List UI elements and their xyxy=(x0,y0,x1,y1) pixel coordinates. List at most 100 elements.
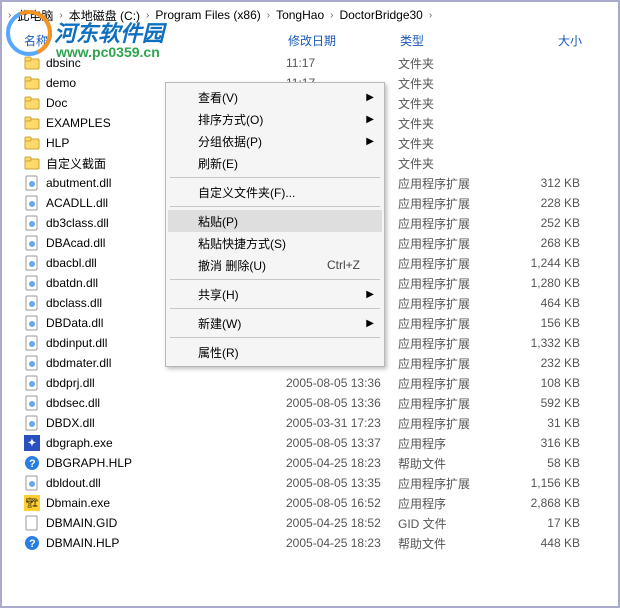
file-date: 2005-08-05 13:36 xyxy=(286,396,398,410)
file-row[interactable]: dbsinc11:17文件夹 xyxy=(2,53,618,73)
file-date: 11:17 xyxy=(286,56,398,70)
file-type: 应用程序扩展 xyxy=(398,355,518,372)
crumb-pf86[interactable]: Program Files (x86) xyxy=(151,6,264,24)
menu-item[interactable]: 粘贴(P) xyxy=(168,210,382,232)
col-name[interactable]: 名称 xyxy=(24,32,288,49)
file-size: 316 KB xyxy=(518,436,588,450)
file-type: 文件夹 xyxy=(398,135,518,152)
menu-item-label: 查看(V) xyxy=(198,89,360,106)
file-row[interactable]: DBMAIN.GID2005-04-25 18:52GID 文件17 KB xyxy=(2,513,618,533)
file-size: 1,156 KB xyxy=(518,476,588,490)
dll-icon xyxy=(24,395,40,411)
menu-item-label: 分组依据(P) xyxy=(198,133,360,150)
crumb-drive[interactable]: 本地磁盘 (C:) xyxy=(65,5,144,26)
file-size: 156 KB xyxy=(518,316,588,330)
file-size: 17 KB xyxy=(518,516,588,530)
file-size: 1,332 KB xyxy=(518,336,588,350)
menu-separator xyxy=(170,279,380,280)
folder-icon xyxy=(24,95,40,111)
menu-item[interactable]: 撤消 删除(U)Ctrl+Z xyxy=(168,254,382,276)
file-type: 应用程序扩展 xyxy=(398,295,518,312)
menu-item[interactable]: 粘贴快捷方式(S) xyxy=(168,232,382,254)
file-type: 应用程序扩展 xyxy=(398,235,518,252)
chevron-right-icon: › xyxy=(144,10,151,21)
menu-item[interactable]: 自定义文件夹(F)... xyxy=(168,181,382,203)
menu-item-label: 撤消 删除(U) xyxy=(198,257,327,274)
file-size: 1,280 KB xyxy=(518,276,588,290)
menu-item[interactable]: 共享(H)▶ xyxy=(168,283,382,305)
menu-item-label: 自定义文件夹(F)... xyxy=(198,184,360,201)
file-name: dbdsec.dll xyxy=(46,396,286,410)
file-name: dbldout.dll xyxy=(46,476,286,490)
crumb-pc[interactable]: 此电脑 xyxy=(13,5,57,26)
dll-icon xyxy=(24,355,40,371)
menu-item[interactable]: 分组依据(P) ▶ xyxy=(168,130,382,152)
chevron-right-icon: ▶ xyxy=(366,92,374,103)
col-date[interactable]: 修改日期 xyxy=(288,32,400,49)
menu-item[interactable]: 新建(W)▶ xyxy=(168,312,382,334)
file-size: 228 KB xyxy=(518,196,588,210)
file-type: GID 文件 xyxy=(398,515,518,532)
chevron-right-icon: › xyxy=(427,10,434,21)
file-size: 31 KB xyxy=(518,416,588,430)
file-size: 1,244 KB xyxy=(518,256,588,270)
file-size: 592 KB xyxy=(518,396,588,410)
dll-icon xyxy=(24,255,40,271)
chevron-right-icon: ▶ xyxy=(366,114,374,125)
file-row[interactable]: ?DBGRAPH.HLP2005-04-25 18:23帮助文件58 KB xyxy=(2,453,618,473)
file-type: 文件夹 xyxy=(398,55,518,72)
dll-icon xyxy=(24,235,40,251)
hlp-icon: ? xyxy=(24,535,40,551)
exe2-icon: 🏗 xyxy=(24,495,40,511)
file-size: 448 KB xyxy=(518,536,588,550)
file-type: 应用程序扩展 xyxy=(398,375,518,392)
file-row[interactable]: ?DBMAIN.HLP2005-04-25 18:23帮助文件448 KB xyxy=(2,533,618,553)
file-row[interactable]: dbldout.dll2005-08-05 13:35应用程序扩展1,156 K… xyxy=(2,473,618,493)
svg-text:?: ? xyxy=(29,458,36,470)
file-name: Dbmain.exe xyxy=(46,496,286,510)
file-type: 应用程序扩展 xyxy=(398,315,518,332)
file-type: 帮助文件 xyxy=(398,535,518,552)
menu-item-label: 排序方式(O) xyxy=(198,111,360,128)
menu-separator xyxy=(170,177,380,178)
dll-icon xyxy=(24,195,40,211)
file-row[interactable]: DBDX.dll2005-03-31 17:23应用程序扩展31 KB xyxy=(2,413,618,433)
file-type: 应用程序扩展 xyxy=(398,175,518,192)
menu-item[interactable]: 属性(R) xyxy=(168,341,382,363)
file-row[interactable]: 🏗Dbmain.exe2005-08-05 16:52应用程序2,868 KB xyxy=(2,493,618,513)
file-type: 文件夹 xyxy=(398,115,518,132)
folder-icon xyxy=(24,135,40,151)
file-name: dbdprj.dll xyxy=(46,376,286,390)
svg-text:?: ? xyxy=(29,538,36,550)
file-size: 58 KB xyxy=(518,456,588,470)
file-date: 2005-03-31 17:23 xyxy=(286,416,398,430)
file-type: 应用程序扩展 xyxy=(398,275,518,292)
dll-icon xyxy=(24,275,40,291)
file-date: 2005-08-05 16:52 xyxy=(286,496,398,510)
crumb-doctorbridge[interactable]: DoctorBridge30 xyxy=(335,6,426,24)
file-type: 应用程序 xyxy=(398,495,518,512)
chevron-right-icon: ▶ xyxy=(366,136,374,147)
chevron-right-icon: › xyxy=(265,10,272,21)
breadcrumb[interactable]: › 此电脑 › 本地磁盘 (C:) › Program Files (x86) … xyxy=(2,2,618,28)
folder-icon xyxy=(24,75,40,91)
context-menu[interactable]: 查看(V) ▶ 排序方式(O) ▶ 分组依据(P) ▶ 刷新(E) 自定义文件夹(F)... 粘… xyxy=(165,82,385,367)
file-type: 应用程序扩展 xyxy=(398,335,518,352)
file-row[interactable]: dbdprj.dll2005-08-05 13:36应用程序扩展108 KB xyxy=(2,373,618,393)
file-type: 应用程序扩展 xyxy=(398,215,518,232)
file-type: 应用程序扩展 xyxy=(398,415,518,432)
file-size: 232 KB xyxy=(518,356,588,370)
menu-item[interactable]: 排序方式(O) ▶ xyxy=(168,108,382,130)
dll-icon xyxy=(24,375,40,391)
file-row[interactable]: dbdsec.dll2005-08-05 13:36应用程序扩展592 KB xyxy=(2,393,618,413)
col-type[interactable]: 类型 xyxy=(400,32,520,49)
file-row[interactable]: ✦dbgraph.exe2005-08-05 13:37应用程序316 KB xyxy=(2,433,618,453)
menu-item[interactable]: 刷新(E) xyxy=(168,152,382,174)
menu-item[interactable]: 查看(V) ▶ xyxy=(168,86,382,108)
file-name: DBGRAPH.HLP xyxy=(46,456,286,470)
file-date: 2005-08-05 13:36 xyxy=(286,376,398,390)
col-size[interactable]: 大小 xyxy=(520,32,590,49)
folder-icon xyxy=(24,55,40,71)
file-date: 2005-08-05 13:37 xyxy=(286,436,398,450)
crumb-tonghao[interactable]: TongHao xyxy=(272,6,328,24)
